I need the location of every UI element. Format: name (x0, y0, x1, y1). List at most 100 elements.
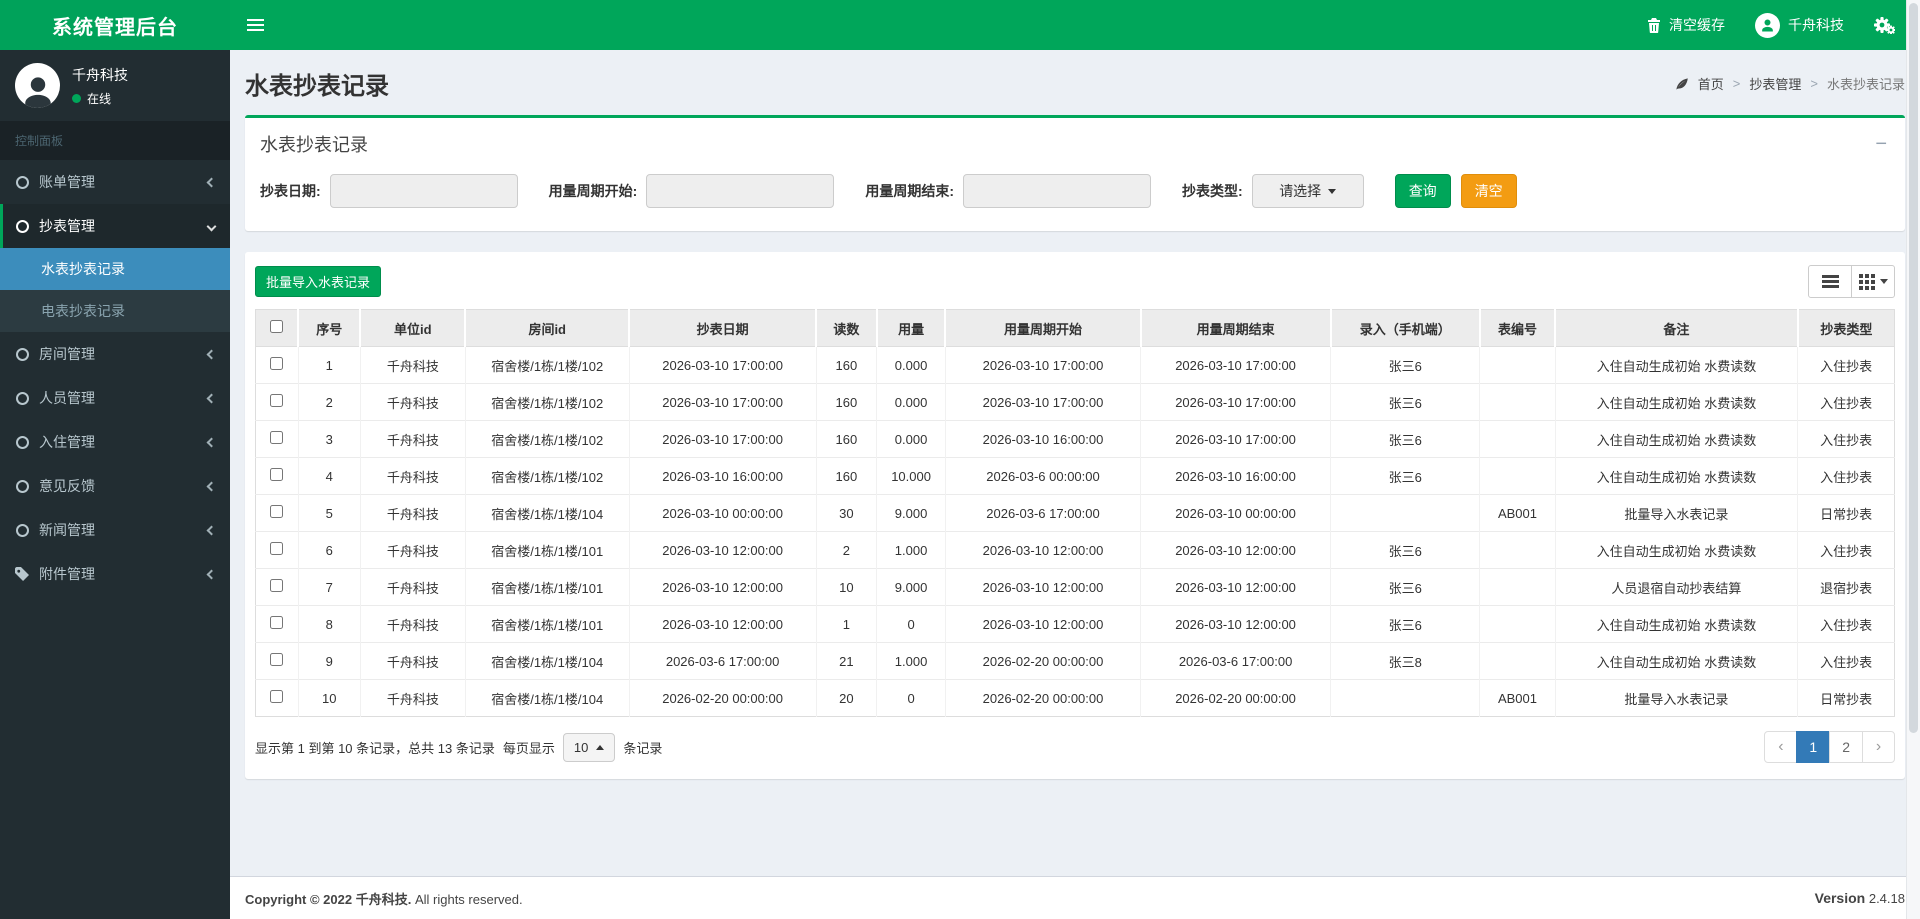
filter-input-1[interactable] (646, 174, 834, 208)
next-page-button[interactable]: › (1862, 731, 1895, 763)
caret-up-icon (596, 741, 604, 750)
cell-r9-c3: 2026-03-6 17:00:00 (629, 643, 816, 680)
settings-button[interactable] (1874, 0, 1895, 50)
filter-panel-header: 水表抄表记录 − (245, 118, 1905, 161)
cell-r4-c11: 入住抄表 (1798, 458, 1895, 495)
search-button[interactable]: 查询 (1395, 174, 1451, 208)
row-checkbox[interactable] (270, 616, 283, 629)
row-checkbox[interactable] (270, 579, 283, 592)
row-checkbox[interactable] (270, 505, 283, 518)
chevron-left-icon (207, 393, 217, 403)
row-select-cell (256, 347, 299, 384)
online-status-label: 在线 (87, 90, 111, 107)
sidebar-subitem-water[interactable]: 水表抄表记录 (0, 248, 230, 290)
column-header-4: 读数 (816, 310, 877, 347)
sidebar-item-feedback[interactable]: 意见反馈 (0, 464, 230, 508)
row-checkbox[interactable] (270, 653, 283, 666)
sidebar-subitem-electric[interactable]: 电表抄表记录 (0, 290, 230, 332)
list-view-button[interactable] (1808, 265, 1852, 298)
sidebar-item-meter[interactable]: 抄表管理 (0, 204, 230, 248)
cell-r6-c9 (1480, 532, 1555, 569)
cell-r2-c11: 入住抄表 (1798, 384, 1895, 421)
select-all-checkbox[interactable] (270, 320, 283, 333)
table-row: 4千舟科技宿舍楼/1栋/1楼/1022026-03-10 16:00:00160… (256, 458, 1895, 495)
cell-r3-c8: 张三6 (1331, 421, 1480, 458)
sidebar-menu: 账单管理抄表管理水表抄表记录电表抄表记录房间管理人员管理入住管理意见反馈新闻管理… (0, 160, 230, 596)
row-checkbox[interactable] (270, 690, 283, 703)
row-select-cell (256, 643, 299, 680)
sidebar-item-news[interactable]: 新闻管理 (0, 508, 230, 552)
caret-down-icon (1880, 279, 1888, 288)
meter-type-select-value: 请选择 (1279, 181, 1321, 201)
hamburger-icon (247, 19, 264, 21)
column-header-9: 表编号 (1480, 310, 1555, 347)
cell-r5-c10: 批量导入水表记录 (1555, 495, 1798, 532)
cell-r6-c10: 入住自动生成初始 水费读数 (1555, 532, 1798, 569)
cell-r7-c4: 10 (816, 569, 877, 606)
row-checkbox[interactable] (270, 468, 283, 481)
breadcrumb-item-1[interactable]: 抄表管理 (1749, 74, 1801, 93)
table-body: 1千舟科技宿舍楼/1栋/1楼/1022026-03-10 17:00:00160… (256, 347, 1895, 717)
batch-import-button[interactable]: 批量导入水表记录 (255, 266, 381, 297)
sidebar-item-attachment[interactable]: 附件管理 (0, 552, 230, 596)
previous-page-button[interactable]: ‹ (1764, 731, 1797, 763)
sidebar-item-room[interactable]: 房间管理 (0, 332, 230, 376)
page-button-1[interactable]: 1 (1796, 731, 1830, 763)
row-checkbox[interactable] (270, 357, 283, 370)
sidebar-item-label: 账单管理 (39, 172, 208, 192)
table-row: 2千舟科技宿舍楼/1栋/1楼/1022026-03-10 17:00:00160… (256, 384, 1895, 421)
cell-r8-c3: 2026-03-10 12:00:00 (629, 606, 816, 643)
user-menu[interactable]: 千舟科技 (1755, 0, 1844, 50)
page-title: 水表抄表记录 (245, 66, 389, 101)
cell-r6-c3: 2026-03-10 12:00:00 (629, 532, 816, 569)
cell-r2-c10: 入住自动生成初始 水费读数 (1555, 384, 1798, 421)
filter-label-1: 用量周期开始: (549, 181, 638, 201)
sidebar-item-checkin[interactable]: 入住管理 (0, 420, 230, 464)
sidebar-item-label: 新闻管理 (39, 520, 208, 540)
pagination: ‹12› (1764, 731, 1895, 763)
chevron-left-icon (207, 525, 217, 535)
cell-r7-c11: 退宿抄表 (1798, 569, 1895, 606)
page-size-value: 10 (574, 740, 588, 755)
page-size-dropdown[interactable]: 10 (563, 733, 615, 762)
clear-cache-button[interactable]: 清空缓存 (1647, 0, 1725, 50)
cell-r5-c9: AB001 (1480, 495, 1555, 532)
sidebar-avatar (15, 63, 60, 108)
sidebar-toggle-button[interactable] (230, 0, 281, 50)
filter-label-2: 用量周期结束: (865, 181, 954, 201)
sidebar-item-label: 入住管理 (39, 432, 208, 452)
filter-input-2[interactable] (963, 174, 1151, 208)
cell-r5-c4: 30 (816, 495, 877, 532)
scrollbar-track[interactable] (1906, 0, 1920, 919)
navbar-main: 清空缓存 千舟科技 (230, 0, 1920, 50)
cell-r7-c3: 2026-03-10 12:00:00 (629, 569, 816, 606)
sidebar-user-info: 千舟科技 在线 (72, 65, 128, 107)
meter-type-select[interactable]: 请选择 (1252, 174, 1364, 208)
row-checkbox[interactable] (270, 394, 283, 407)
sidebar-item-person[interactable]: 人员管理 (0, 376, 230, 420)
cell-r3-c10: 入住自动生成初始 水费读数 (1555, 421, 1798, 458)
sidebar-item-bill[interactable]: 账单管理 (0, 160, 230, 204)
filter-input-0[interactable] (330, 174, 518, 208)
cell-r6-c1: 千舟科技 (360, 532, 465, 569)
row-checkbox[interactable] (270, 431, 283, 444)
cell-r3-c0: 3 (298, 421, 360, 458)
cell-r7-c2: 宿舍楼/1栋/1楼/101 (465, 569, 629, 606)
cell-r10-c11: 日常抄表 (1798, 680, 1895, 717)
sidebar-user-status[interactable]: 在线 (72, 90, 128, 107)
scrollbar-thumb[interactable] (1909, 3, 1918, 733)
page-button-2[interactable]: 2 (1829, 731, 1863, 763)
cell-r1-c1: 千舟科技 (360, 347, 465, 384)
collapse-panel-button[interactable]: − (1872, 137, 1890, 151)
cell-r6-c7: 2026-03-10 12:00:00 (1141, 532, 1331, 569)
row-checkbox[interactable] (270, 542, 283, 555)
cell-r9-c0: 9 (298, 643, 360, 680)
clear-button[interactable]: 清空 (1461, 174, 1517, 208)
breadcrumb-item-0[interactable]: 首页 (1698, 74, 1724, 93)
cell-r3-c2: 宿舍楼/1栋/1楼/102 (465, 421, 629, 458)
app-logo[interactable]: 系统管理后台 (0, 0, 230, 50)
filter-panel-title: 水表抄表记录 (260, 131, 368, 157)
chevron-left-icon (207, 569, 217, 579)
chevron-down-icon (207, 221, 217, 231)
column-view-button[interactable] (1851, 265, 1895, 298)
